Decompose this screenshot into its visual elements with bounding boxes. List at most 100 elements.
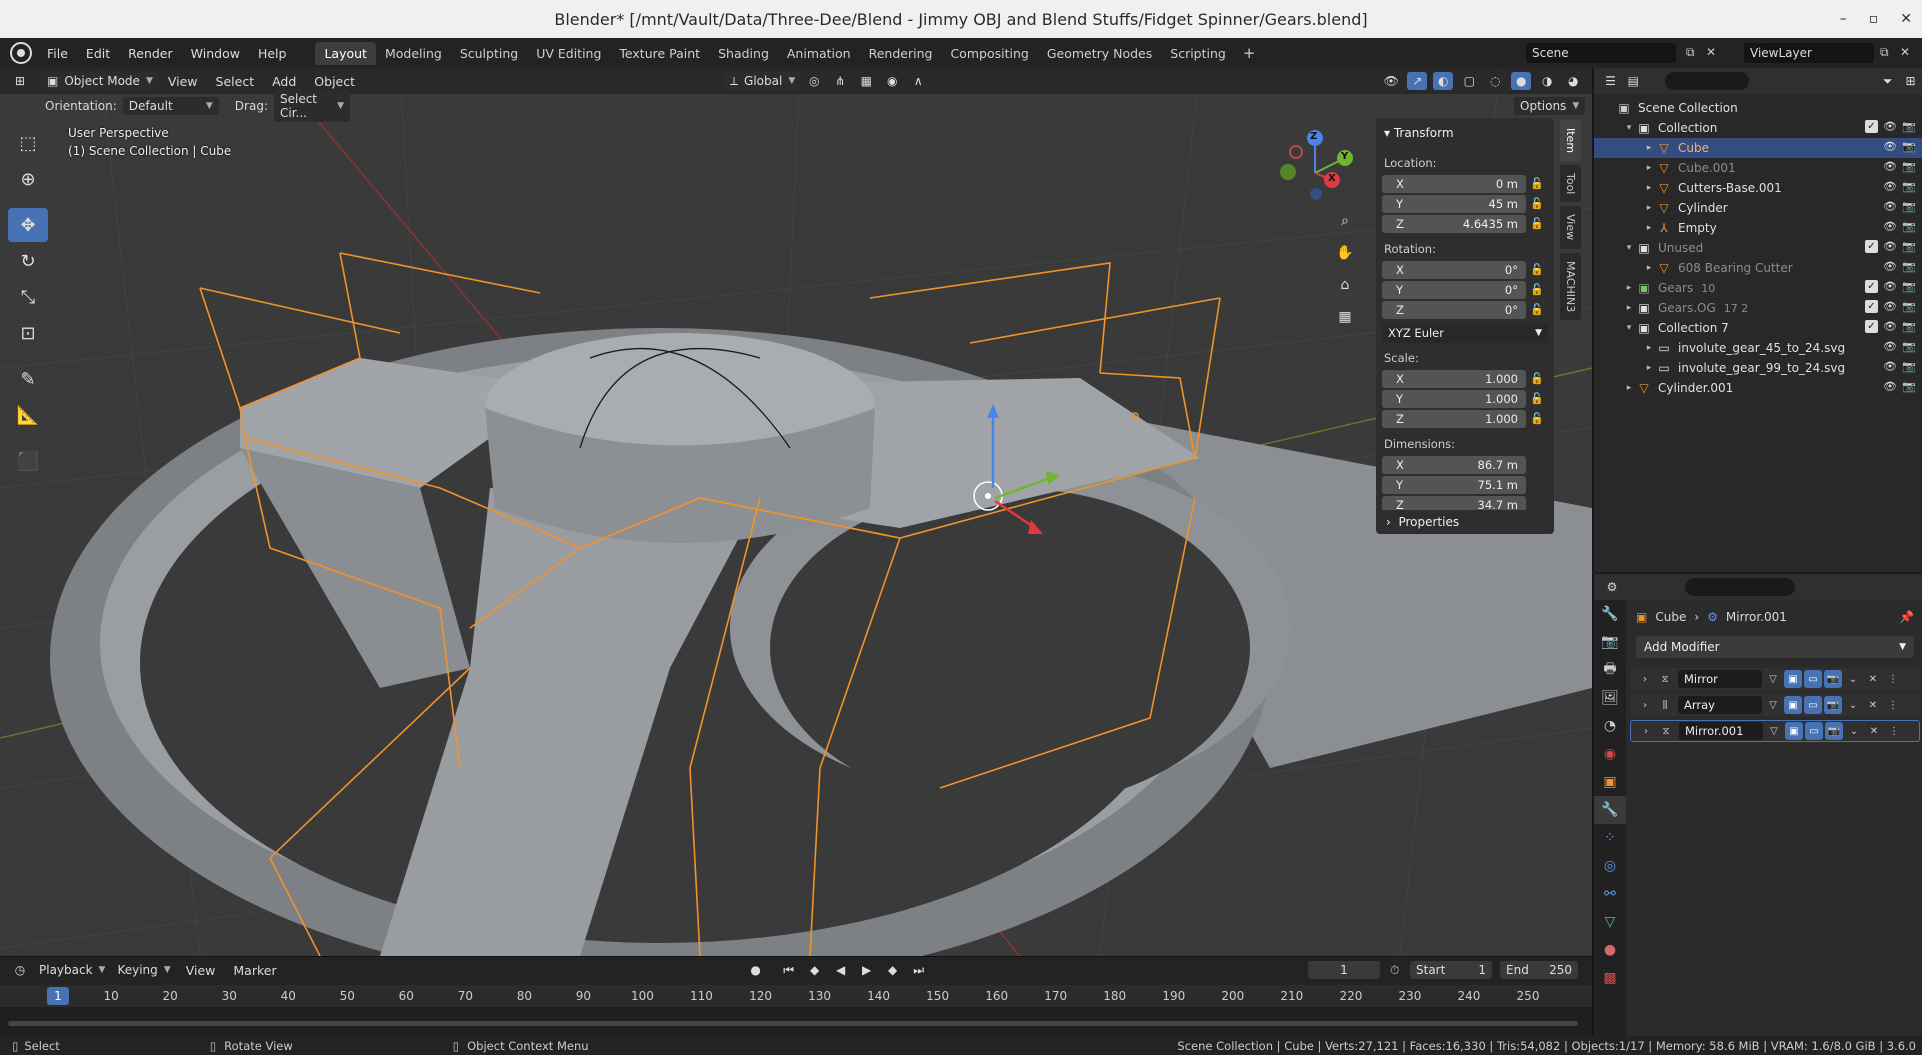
- start-frame-field[interactable]: Start 1: [1410, 961, 1492, 979]
- lock-icon[interactable]: 🔓: [1526, 197, 1548, 210]
- view-layer-new-icon[interactable]: ⧉: [1880, 45, 1889, 60]
- cursor-icon[interactable]: ⊕: [8, 162, 48, 196]
- editor-type-icon[interactable]: ⊞: [10, 72, 30, 90]
- scene-remove-icon[interactable]: ✕: [1706, 45, 1716, 59]
- dimensions-y-field[interactable]: Y 75.1 m: [1382, 475, 1526, 494]
- camera-icon[interactable]: 📷: [1902, 200, 1916, 213]
- location-y-field[interactable]: Y 45 m: [1382, 194, 1526, 213]
- gizmo-z-label[interactable]: Z: [1310, 131, 1317, 142]
- transform-icon[interactable]: ⊡: [8, 316, 48, 350]
- constraints-tab-icon[interactable]: ⚯: [1594, 880, 1626, 908]
- camera-icon[interactable]: 📷: [1902, 240, 1916, 253]
- chevron-down-icon[interactable]: ▾: [1622, 323, 1636, 333]
- outliner-row[interactable]: ▸ ⅄ Empty 👁 📷: [1594, 218, 1922, 238]
- camera-icon[interactable]: 📷: [1902, 340, 1916, 353]
- scale-z-field[interactable]: Z 1.000: [1382, 409, 1526, 428]
- remove-modifier-icon[interactable]: ✕: [1865, 722, 1883, 740]
- jump-end-icon[interactable]: ⏭: [909, 961, 929, 979]
- chevron-right-icon[interactable]: ▸: [1642, 363, 1656, 373]
- chevron-right-icon[interactable]: ▸: [1622, 383, 1636, 393]
- chevron-down-icon[interactable]: ▾: [1622, 123, 1636, 133]
- chevron-right-icon[interactable]: ›: [1636, 670, 1654, 688]
- chevron-right-icon[interactable]: ▸: [1642, 343, 1656, 353]
- play-icon[interactable]: ▶: [857, 961, 877, 979]
- drag-handle-icon[interactable]: ⋮: [1885, 722, 1903, 740]
- eye-icon[interactable]: 👁: [1883, 380, 1897, 393]
- drag-handle-icon[interactable]: ⋮: [1884, 670, 1902, 688]
- drag-selector[interactable]: Select Cir... ▼: [273, 90, 350, 122]
- lock-icon[interactable]: 🔓: [1526, 303, 1548, 316]
- filter-icon[interactable]: ⏷: [1879, 72, 1896, 90]
- measure-icon[interactable]: 📐: [8, 398, 48, 432]
- jump-start-icon[interactable]: ⏮: [779, 961, 799, 979]
- lock-icon[interactable]: 🔓: [1526, 263, 1548, 276]
- chevron-down-icon[interactable]: ⌄: [1844, 670, 1862, 688]
- chevron-down-icon[interactable]: ⌄: [1844, 696, 1862, 714]
- timeline-body[interactable]: [0, 1007, 1592, 1037]
- current-frame-field[interactable]: 1: [1308, 961, 1380, 979]
- add-workspace-button[interactable]: +: [1235, 44, 1264, 62]
- menu-edit[interactable]: Edit: [77, 46, 119, 61]
- camera-icon[interactable]: 📷: [1902, 380, 1916, 393]
- select-box-icon[interactable]: ⬚: [8, 126, 48, 160]
- rotation-z-field[interactable]: Z 0°: [1382, 300, 1526, 319]
- output-tab-icon[interactable]: 🖶: [1594, 656, 1626, 684]
- chevron-right-icon[interactable]: ▸: [1642, 223, 1656, 233]
- lock-icon[interactable]: 🔓: [1526, 392, 1548, 405]
- eye-icon[interactable]: 👁: [1883, 280, 1897, 293]
- view-layer-tab-icon[interactable]: 🖼: [1594, 684, 1626, 712]
- lock-icon[interactable]: 🔓: [1526, 217, 1548, 230]
- eye-icon[interactable]: 👁: [1883, 120, 1897, 133]
- material-tab-icon[interactable]: ●: [1594, 936, 1626, 964]
- viewport-menu-select[interactable]: Select: [207, 74, 264, 89]
- drag-handle-icon[interactable]: ⋮: [1884, 696, 1902, 714]
- location-x-field[interactable]: X 0 m: [1382, 174, 1526, 193]
- scene-new-icon[interactable]: ⧉: [1686, 45, 1695, 60]
- exclude-checkbox[interactable]: ✓: [1865, 240, 1878, 253]
- new-collection-icon[interactable]: ⊞: [1902, 72, 1919, 90]
- modifier-name-field[interactable]: Array: [1678, 696, 1762, 714]
- texture-tab-icon[interactable]: ▩: [1594, 964, 1626, 992]
- timeline-scrollbar[interactable]: [8, 1021, 1578, 1026]
- properties-editor-icon[interactable]: ⚙: [1602, 578, 1622, 596]
- tab-compositing[interactable]: Compositing: [941, 42, 1037, 65]
- edit-mode-cage-icon[interactable]: ▽: [1765, 722, 1783, 740]
- edit-mode-cage-icon[interactable]: ▽: [1764, 670, 1782, 688]
- exclude-checkbox[interactable]: ✓: [1865, 280, 1878, 293]
- eye-icon[interactable]: 👁: [1883, 340, 1897, 353]
- tab-scripting[interactable]: Scripting: [1161, 42, 1235, 65]
- pin-icon[interactable]: 📌: [1899, 610, 1914, 624]
- camera-icon[interactable]: 📷: [1902, 140, 1916, 153]
- object-tab-icon[interactable]: ▣: [1594, 768, 1626, 796]
- outliner-row[interactable]: ▸ ▣ Gears 10 ✓ 👁 📷: [1594, 278, 1922, 298]
- keying-menu[interactable]: Keying ▼: [111, 961, 176, 979]
- eye-icon[interactable]: 👁: [1883, 360, 1897, 373]
- 3d-viewport[interactable]: Z Y X ⌕ ✋ ⌂ ▦ ⊞ ▣ Object Mode ▼ View Sel…: [0, 68, 1592, 956]
- edit-mode-cage-icon[interactable]: ▽: [1764, 696, 1782, 714]
- xray-icon[interactable]: ▢: [1459, 72, 1479, 90]
- outliner-row[interactable]: ▾ ▣ Collection 7 ✓ 👁 📷: [1594, 318, 1922, 338]
- lock-icon[interactable]: 🔓: [1526, 283, 1548, 296]
- chevron-right-icon[interactable]: ›: [1637, 722, 1655, 740]
- chevron-right-icon[interactable]: ▸: [1642, 143, 1656, 153]
- modifier-row[interactable]: › ⫼ Array ▽ ▣ ▭ 📷 ⌄ ✕ ⋮: [1630, 694, 1920, 716]
- eye-icon[interactable]: 👁: [1883, 240, 1897, 253]
- viewport-display-icon[interactable]: ▭: [1804, 696, 1822, 714]
- camera-icon[interactable]: 📷: [1902, 260, 1916, 273]
- camera-view-icon[interactable]: ⌂: [1332, 272, 1358, 298]
- view-layer-selector[interactable]: ViewLayer: [1744, 43, 1874, 63]
- edit-mode-icon[interactable]: ▣: [1784, 670, 1802, 688]
- blender-logo-icon[interactable]: [10, 42, 32, 64]
- gizmo-toggle-icon[interactable]: ↗: [1407, 72, 1428, 90]
- next-keyframe-icon[interactable]: ◆: [883, 961, 903, 979]
- display-mode-icon[interactable]: ▤: [1625, 72, 1642, 90]
- outliner-row[interactable]: ▸ ▽ Cube 👁 📷: [1594, 138, 1922, 158]
- outliner-editor-icon[interactable]: ☰: [1602, 72, 1619, 90]
- tab-rendering[interactable]: Rendering: [860, 42, 942, 65]
- maximize-icon[interactable]: ▫: [1869, 11, 1879, 27]
- outliner-row[interactable]: ▣ Scene Collection: [1594, 98, 1922, 118]
- snap-magnet-icon[interactable]: ⋔: [830, 72, 850, 90]
- outliner-row[interactable]: ▾ ▣ Collection ✓ 👁 📷: [1594, 118, 1922, 138]
- material-shading-icon[interactable]: ◑: [1537, 72, 1557, 90]
- eye-icon[interactable]: 👁: [1883, 200, 1897, 213]
